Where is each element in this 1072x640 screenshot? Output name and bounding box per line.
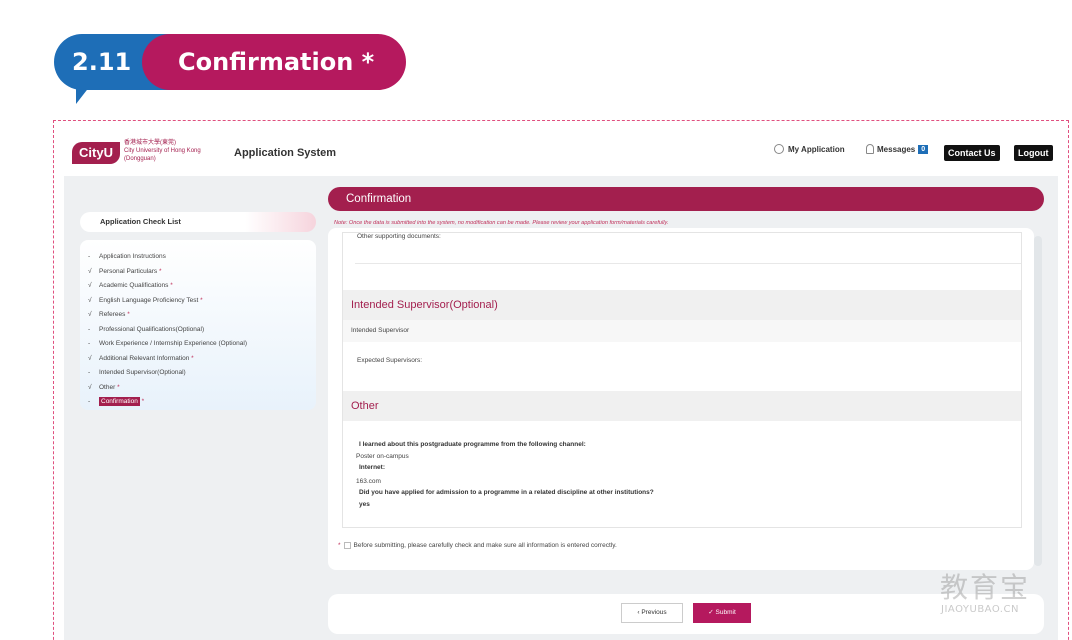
internet-answer: 163.com — [356, 478, 381, 485]
item-mark: √ — [88, 282, 92, 289]
logo-line-campus: (Dongguan) — [124, 156, 156, 162]
submission-note: Note: Once the data is submitted into th… — [334, 220, 669, 226]
item-label: Professional Qualifications(Optional) — [99, 325, 205, 333]
logo-line-english: City University of Hong Kong — [124, 148, 201, 154]
check-list-item[interactable]: √ Other * — [88, 381, 316, 396]
channel-answer: Poster on-campus — [356, 453, 409, 460]
watermark-english: JIAOYUBAO.CN — [941, 604, 1019, 615]
item-label: Additional Relevant Information — [99, 354, 190, 362]
check-list-item[interactable]: √ English Language Proficiency Test * — [88, 294, 316, 309]
item-mark: - — [88, 369, 91, 376]
item-label: Intended Supervisor(Optional) — [99, 369, 186, 376]
action-bar — [328, 594, 1044, 634]
applied-answer: yes — [359, 501, 370, 508]
other-section-title: Other — [343, 391, 1021, 421]
messages-link[interactable]: Messages 0 — [866, 144, 929, 154]
submit-label: Submit — [715, 609, 736, 616]
item-mark: - — [88, 340, 91, 347]
my-application-link[interactable]: My Application — [774, 144, 845, 154]
top-bar: CityU 香港城市大學(東莞) City University of Hong… — [64, 128, 1058, 176]
item-label: Work Experience / Internship Experience … — [99, 340, 248, 347]
review-content: Other supporting documents: Intended Sup… — [342, 232, 1022, 528]
logo-line-chinese: 香港城市大學(東莞) — [124, 140, 176, 146]
other-supporting-documents: Other supporting documents: — [357, 233, 441, 240]
check-list-item-current[interactable]: - Confirmation * — [88, 395, 316, 410]
cityu-logo[interactable]: CityU — [72, 142, 120, 164]
check-list-item[interactable]: √ Additional Relevant Information * — [88, 352, 316, 367]
item-mark: √ — [88, 383, 92, 391]
check-list-item[interactable]: - Intended Supervisor(Optional) — [88, 366, 316, 381]
check-list-item[interactable]: - Application Instructions — [88, 250, 316, 265]
previous-button[interactable]: ‹ Previous — [621, 603, 683, 623]
required-star: * — [127, 311, 130, 318]
bell-icon — [866, 144, 874, 154]
expected-supervisors-label: Expected Supervisors: — [357, 357, 423, 364]
item-label: Referees — [99, 311, 126, 318]
item-mark: √ — [88, 311, 92, 318]
required-star: * — [200, 296, 203, 304]
check-list-item[interactable]: √ Academic Qualifications * — [88, 279, 316, 294]
check-list-item[interactable]: √ Personal Particulars * — [88, 265, 316, 280]
item-label: Application Instructions — [99, 253, 166, 260]
section-title: Confirmation * — [142, 34, 406, 90]
user-icon — [774, 144, 784, 154]
check-list-title: Application Check List — [80, 212, 316, 232]
item-mark: √ — [88, 267, 92, 275]
intended-supervisor-section-title: Intended Supervisor(Optional) — [343, 290, 1021, 320]
confirm-checkbox[interactable] — [343, 542, 351, 549]
item-mark: √ — [88, 296, 92, 304]
item-mark: - — [88, 398, 91, 405]
required-star: * — [141, 398, 145, 405]
confirm-text: Before submitting, please carefully chec… — [353, 542, 617, 549]
application-screenshot: CityU 香港城市大學(東莞) City University of Hong… — [64, 128, 1058, 640]
item-label: Academic Qualifications — [99, 282, 169, 289]
required-star: * — [117, 383, 120, 391]
intended-supervisor-subtitle: Intended Supervisor — [343, 320, 1021, 342]
required-star: * — [158, 267, 162, 275]
check-list-item[interactable]: - Work Experience / Internship Experience… — [88, 337, 316, 352]
confirmation-header: Confirmation — [328, 187, 1044, 211]
item-label: Other — [99, 383, 116, 391]
logout-button[interactable]: Logout — [1014, 145, 1053, 161]
messages-label: Messages — [877, 144, 916, 154]
app-title: Application System — [234, 147, 337, 159]
required-star: * — [191, 354, 194, 362]
applied-question: Did you have applied for admission to a … — [359, 489, 654, 496]
logo-text: 香港城市大學(東莞) City University of Hong Kong … — [124, 139, 224, 163]
internet-label: Internet: — [359, 464, 385, 471]
contact-us-button[interactable]: Contact Us — [944, 145, 1000, 161]
page: 2.11 Confirmation * CityU 香港城市大學(東莞) Cit… — [0, 0, 1072, 640]
check-icon: ✓ — [708, 609, 716, 616]
previous-label: Previous — [641, 609, 667, 616]
item-mark: - — [88, 253, 91, 260]
item-label: Confirmation — [99, 397, 140, 406]
check-list: - Application Instructions √ Personal Part… — [80, 240, 316, 410]
confirm-checkbox-row: * Before submitting, please carefully ch… — [338, 542, 617, 549]
check-list-item[interactable]: - Professional Qualifications(Optional) — [88, 323, 316, 338]
my-application-label: My Application — [788, 144, 845, 154]
divider — [355, 263, 1021, 264]
required-star: * — [170, 282, 173, 289]
section-number-tail — [76, 86, 90, 104]
item-mark: √ — [88, 354, 92, 362]
check-list-item[interactable]: √ Referees * — [88, 308, 316, 323]
required-star: * — [338, 542, 341, 549]
watermark-chinese: 教育宝 — [940, 571, 1031, 604]
messages-count-badge: 0 — [918, 144, 929, 154]
scrollbar[interactable] — [1034, 236, 1042, 566]
item-label: English Language Proficiency Test — [99, 296, 199, 304]
channel-question: I learned about this postgraduate progra… — [359, 441, 586, 448]
submit-button[interactable]: ✓ Submit — [693, 603, 751, 623]
item-label: Personal Particulars — [99, 267, 158, 275]
item-mark: - — [88, 325, 91, 333]
